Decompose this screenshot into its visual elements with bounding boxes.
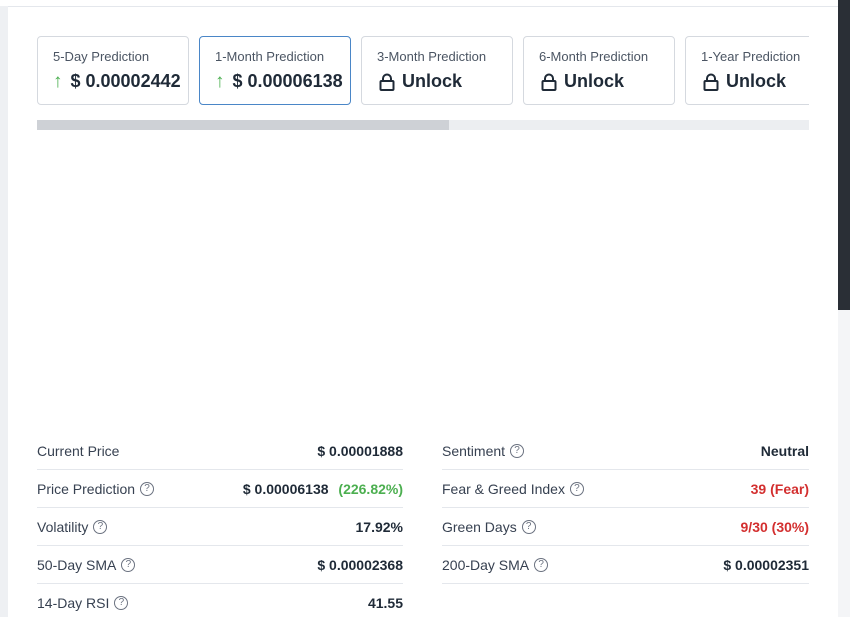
stat-value: $ 0.00002351: [723, 556, 809, 573]
unlock-label: Unlock: [726, 71, 787, 91]
stat-label: Current Price: [37, 442, 120, 459]
stat-value: Neutral: [760, 442, 809, 459]
help-circle-icon[interactable]: ?: [534, 557, 549, 572]
card-label: 3-Month Prediction: [377, 49, 487, 64]
lock-icon: [539, 72, 559, 92]
card-label: 1-Year Prediction: [701, 49, 801, 64]
arrow-up-icon: ↑: [53, 71, 63, 92]
card-1-month[interactable]: 1-Month Prediction ↑ $ 0.00006138: [199, 36, 351, 105]
stat-value: 39 (Fear): [750, 480, 809, 497]
card-1-year[interactable]: 1-Year Prediction Unlock: [685, 36, 809, 105]
stat-label: Fear & Greed Index: [442, 480, 565, 497]
stats-left-column: Current Price $ 0.00001888 Price Predict…: [37, 432, 403, 617]
stat-row-volatility: Volatility ? 17.92%: [37, 508, 403, 546]
help-circle-icon[interactable]: ?: [569, 481, 584, 496]
cards-scrollbar-thumb[interactable]: [37, 120, 449, 130]
page-scrollbar-thumb[interactable]: [838, 0, 850, 310]
lock-icon: [701, 72, 721, 92]
help-circle-icon[interactable]: ?: [93, 519, 108, 534]
card-value: $ 0.00006138: [232, 71, 343, 91]
stat-row-200-day-sma: 200-Day SMA ? $ 0.00002351: [442, 546, 809, 584]
stat-label: Sentiment: [442, 442, 506, 459]
card-6-month[interactable]: 6-Month Prediction Unlock: [523, 36, 675, 105]
help-circle-icon[interactable]: ?: [140, 481, 155, 496]
card-label: 1-Month Prediction: [215, 49, 325, 64]
stat-label: Volatility: [37, 518, 89, 535]
card-value: $ 0.00002442: [70, 71, 181, 91]
stat-value: $ 0.00001888: [317, 442, 403, 459]
help-circle-icon[interactable]: ?: [521, 519, 536, 534]
unlock-label: Unlock: [402, 71, 463, 91]
help-circle-icon[interactable]: ?: [121, 557, 136, 572]
stat-row-current-price: Current Price $ 0.00001888: [37, 432, 403, 470]
stat-value: 17.92%: [355, 518, 403, 535]
stat-label: 14-Day RSI: [37, 595, 110, 611]
prediction-cards[interactable]: 5-Day Prediction ↑ $ 0.00002442 1-Month …: [37, 36, 809, 106]
page-scrollbar[interactable]: [838, 0, 850, 617]
lock-icon: [377, 72, 397, 92]
card-3-month[interactable]: 3-Month Prediction Unlock: [361, 36, 513, 105]
stat-row-price-prediction: Price Prediction ? $ 0.00006138 (226.82%…: [37, 470, 403, 508]
stats-right-column: Sentiment ? Neutral Fear & Greed Index ?…: [442, 432, 809, 584]
card-label: 6-Month Prediction: [539, 49, 649, 64]
stat-row-50-day-sma: 50-Day SMA ? $ 0.00002368: [37, 546, 403, 584]
stat-label: Price Prediction: [37, 480, 136, 497]
stat-row-14-day-rsi: 14-Day RSI ? 41.55: [37, 584, 403, 617]
stat-value: 9/30 (30%): [740, 518, 809, 535]
stat-value: 41.55: [367, 595, 403, 611]
unlock-label: Unlock: [564, 71, 625, 91]
stat-row-fear-greed: Fear & Greed Index ? 39 (Fear): [442, 470, 809, 508]
stat-row-green-days: Green Days ? 9/30 (30%): [442, 508, 809, 546]
stat-value: $ 0.00002368: [317, 556, 403, 573]
stat-label: 50-Day SMA: [37, 556, 117, 573]
card-label: 5-Day Prediction: [53, 49, 150, 64]
help-circle-icon[interactable]: ?: [510, 443, 525, 458]
stat-label: Green Days: [442, 518, 517, 535]
stat-value: $ 0.00006138: [242, 480, 329, 497]
help-circle-icon[interactable]: ?: [114, 596, 129, 610]
stat-row-sentiment: Sentiment ? Neutral: [442, 432, 809, 470]
arrow-up-icon: ↑: [215, 71, 225, 92]
stat-label: 200-Day SMA: [442, 556, 530, 573]
stat-change: (226.82%): [338, 480, 403, 497]
card-5-day[interactable]: 5-Day Prediction ↑ $ 0.00002442: [37, 36, 189, 105]
cards-scrollbar[interactable]: [37, 120, 809, 130]
